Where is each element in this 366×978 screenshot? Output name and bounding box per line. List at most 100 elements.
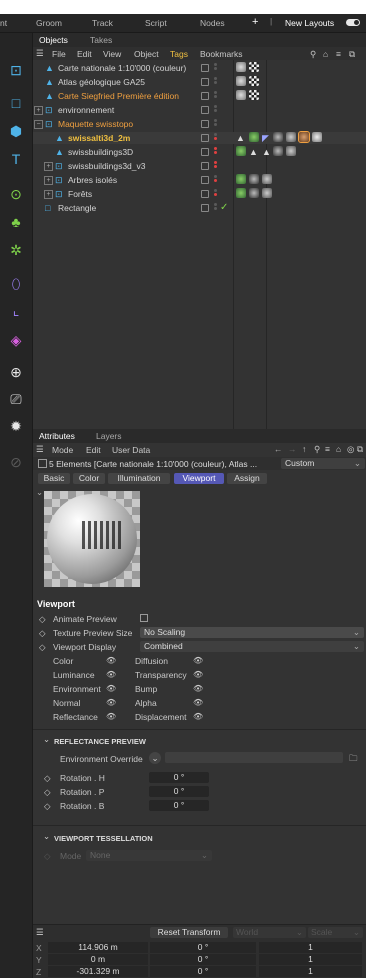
tab-groom[interactable]: Groom	[36, 18, 62, 28]
expand-toggle[interactable]: +	[44, 176, 53, 185]
rotation-x-field[interactable]: 0 °	[150, 942, 256, 953]
layer-box[interactable]	[201, 148, 209, 156]
reset-transform-button[interactable]: Reset Transform	[150, 927, 228, 938]
scale-y-field[interactable]: 1	[259, 954, 362, 965]
camera-icon[interactable]: ⎚	[5, 388, 27, 410]
tree-row[interactable]: □ Rectangle ✓	[33, 202, 366, 214]
eye-icon[interactable]: 👁	[193, 712, 203, 721]
keyframe-diamond-icon[interactable]: ◇	[39, 642, 46, 653]
scale-x-field[interactable]: 1	[259, 942, 362, 953]
rectangle-spline-icon[interactable]: □	[5, 92, 27, 114]
material-tag-icon[interactable]	[262, 174, 272, 184]
eye-icon[interactable]: 👁	[106, 698, 116, 707]
expand-toggle[interactable]: +	[34, 106, 43, 115]
material-tag-icon[interactable]	[236, 62, 246, 72]
forward-arrow-icon[interactable]: →	[288, 444, 297, 454]
material-tag-icon[interactable]	[249, 188, 259, 198]
hamburger-icon[interactable]: ☰	[36, 444, 44, 455]
layer-box[interactable]	[201, 106, 209, 114]
visibility-dots[interactable]	[214, 175, 217, 185]
deformer-icon[interactable]: ⬯	[5, 273, 27, 295]
rotation-z-field[interactable]: 0 °	[150, 966, 256, 977]
display-tag-icon[interactable]	[236, 188, 246, 198]
folder-icon[interactable]: 🗀	[349, 753, 358, 767]
back-arrow-icon[interactable]: ←	[274, 444, 283, 454]
texture-tag-icon[interactable]	[249, 62, 259, 72]
eye-icon[interactable]: 👁	[106, 656, 116, 665]
scale-dropdown[interactable]: Scale ⌄	[308, 927, 363, 938]
keyframe-diamond-icon[interactable]: ◇	[44, 787, 51, 798]
cube-icon[interactable]: ⬢	[5, 120, 27, 142]
keyframe-diamond-icon[interactable]: ◇	[44, 801, 51, 812]
cloner-icon[interactable]: ♣	[5, 211, 27, 233]
subtab-basic[interactable]: Basic	[38, 473, 70, 484]
material-tag-icon[interactable]	[286, 146, 296, 156]
collapse-arrow-icon[interactable]: ⌄	[36, 487, 43, 498]
tree-row[interactable]: + ⊡ Forêts	[33, 188, 366, 200]
tab-attributes[interactable]: Attributes	[39, 431, 75, 441]
display-tag-icon[interactable]	[236, 146, 246, 156]
position-x-field[interactable]: 114.906 m	[48, 942, 148, 953]
layer-box[interactable]	[201, 204, 209, 212]
visibility-dots[interactable]	[214, 77, 217, 87]
eye-icon[interactable]: 👁	[193, 656, 203, 665]
tab-track[interactable]: Track	[92, 18, 113, 28]
material-tag-icon[interactable]	[236, 76, 246, 86]
display-tag-icon[interactable]	[249, 132, 259, 142]
animate-preview-checkbox[interactable]	[140, 614, 148, 622]
text-icon[interactable]: T	[5, 148, 27, 170]
preset-dropdown[interactable]: Custom ⌄	[281, 458, 365, 469]
phong-tag-icon[interactable]: ▲	[249, 147, 258, 157]
tree-row[interactable]: ▲ Atlas géologique GA25	[33, 76, 366, 88]
generator-icon[interactable]: ⊙	[5, 183, 27, 205]
spline-tool-icon[interactable]: ◈	[5, 329, 27, 351]
collapse-arrow-icon[interactable]: ⌄	[43, 734, 50, 745]
menu-edit[interactable]: Edit	[86, 445, 101, 455]
tree-row[interactable]: + ⊡ environnement	[33, 104, 366, 116]
expand-toggle[interactable]: +	[44, 190, 53, 199]
layer-box[interactable]	[201, 64, 209, 72]
rotation-h-field[interactable]: 0 °	[149, 772, 209, 783]
material-tag-icon[interactable]	[312, 132, 322, 142]
keyframe-diamond-icon[interactable]: ◇	[39, 628, 46, 639]
tab-script[interactable]: Script	[145, 18, 167, 28]
new-window-icon[interactable]: ⧉	[357, 444, 363, 455]
material-tag-icon[interactable]	[273, 132, 283, 142]
collapse-arrow-icon[interactable]: ⌄	[43, 831, 50, 842]
layer-box[interactable]	[201, 92, 209, 100]
menu-edit[interactable]: Edit	[77, 49, 92, 59]
visibility-dots[interactable]	[214, 63, 217, 73]
light-icon[interactable]: ✹	[5, 415, 27, 437]
new-window-icon[interactable]: ⧉	[349, 49, 355, 60]
visibility-dots[interactable]	[214, 147, 217, 157]
null-object-icon[interactable]: ⊡	[5, 59, 27, 81]
visibility-dots[interactable]	[214, 189, 217, 199]
position-y-field[interactable]: 0 m	[48, 954, 148, 965]
material-tag-selected-icon[interactable]	[298, 131, 310, 143]
layer-box[interactable]	[201, 162, 209, 170]
environment-override-dropdown[interactable]: ⌄	[149, 752, 161, 764]
visibility-dots[interactable]	[214, 203, 217, 213]
visibility-dots[interactable]	[214, 161, 217, 171]
tree-row[interactable]: ▲ swissbuildings3D ▲ ▲	[33, 146, 366, 158]
eye-icon[interactable]: 👁	[193, 670, 203, 679]
layout-toggle[interactable]	[346, 19, 360, 26]
search-icon[interactable]: ⚲	[310, 49, 316, 60]
environment-override-field[interactable]	[165, 752, 343, 763]
tab-partial[interactable]: nt	[0, 18, 7, 28]
home-icon[interactable]: ⌂	[323, 49, 328, 59]
material-tag-icon[interactable]	[236, 90, 246, 100]
menu-mode[interactable]: Mode	[52, 445, 73, 455]
material-tag-icon[interactable]	[249, 174, 259, 184]
subtab-color[interactable]: Color	[73, 473, 105, 484]
hamburger-icon[interactable]: ☰	[36, 48, 44, 59]
tree-row[interactable]: + ⊡ swissbuildings3d_v3	[33, 160, 366, 172]
selection-tag-icon[interactable]: ◤	[262, 133, 269, 144]
eye-icon[interactable]: 👁	[106, 670, 116, 679]
layer-box[interactable]	[201, 176, 209, 184]
tree-row[interactable]: + ⊡ Arbres isolés	[33, 174, 366, 186]
collapse-toggle[interactable]: −	[34, 120, 43, 129]
eye-icon[interactable]: 👁	[193, 698, 203, 707]
tab-nodes[interactable]: Nodes	[200, 18, 225, 28]
field-icon[interactable]: ⌞	[5, 299, 27, 321]
